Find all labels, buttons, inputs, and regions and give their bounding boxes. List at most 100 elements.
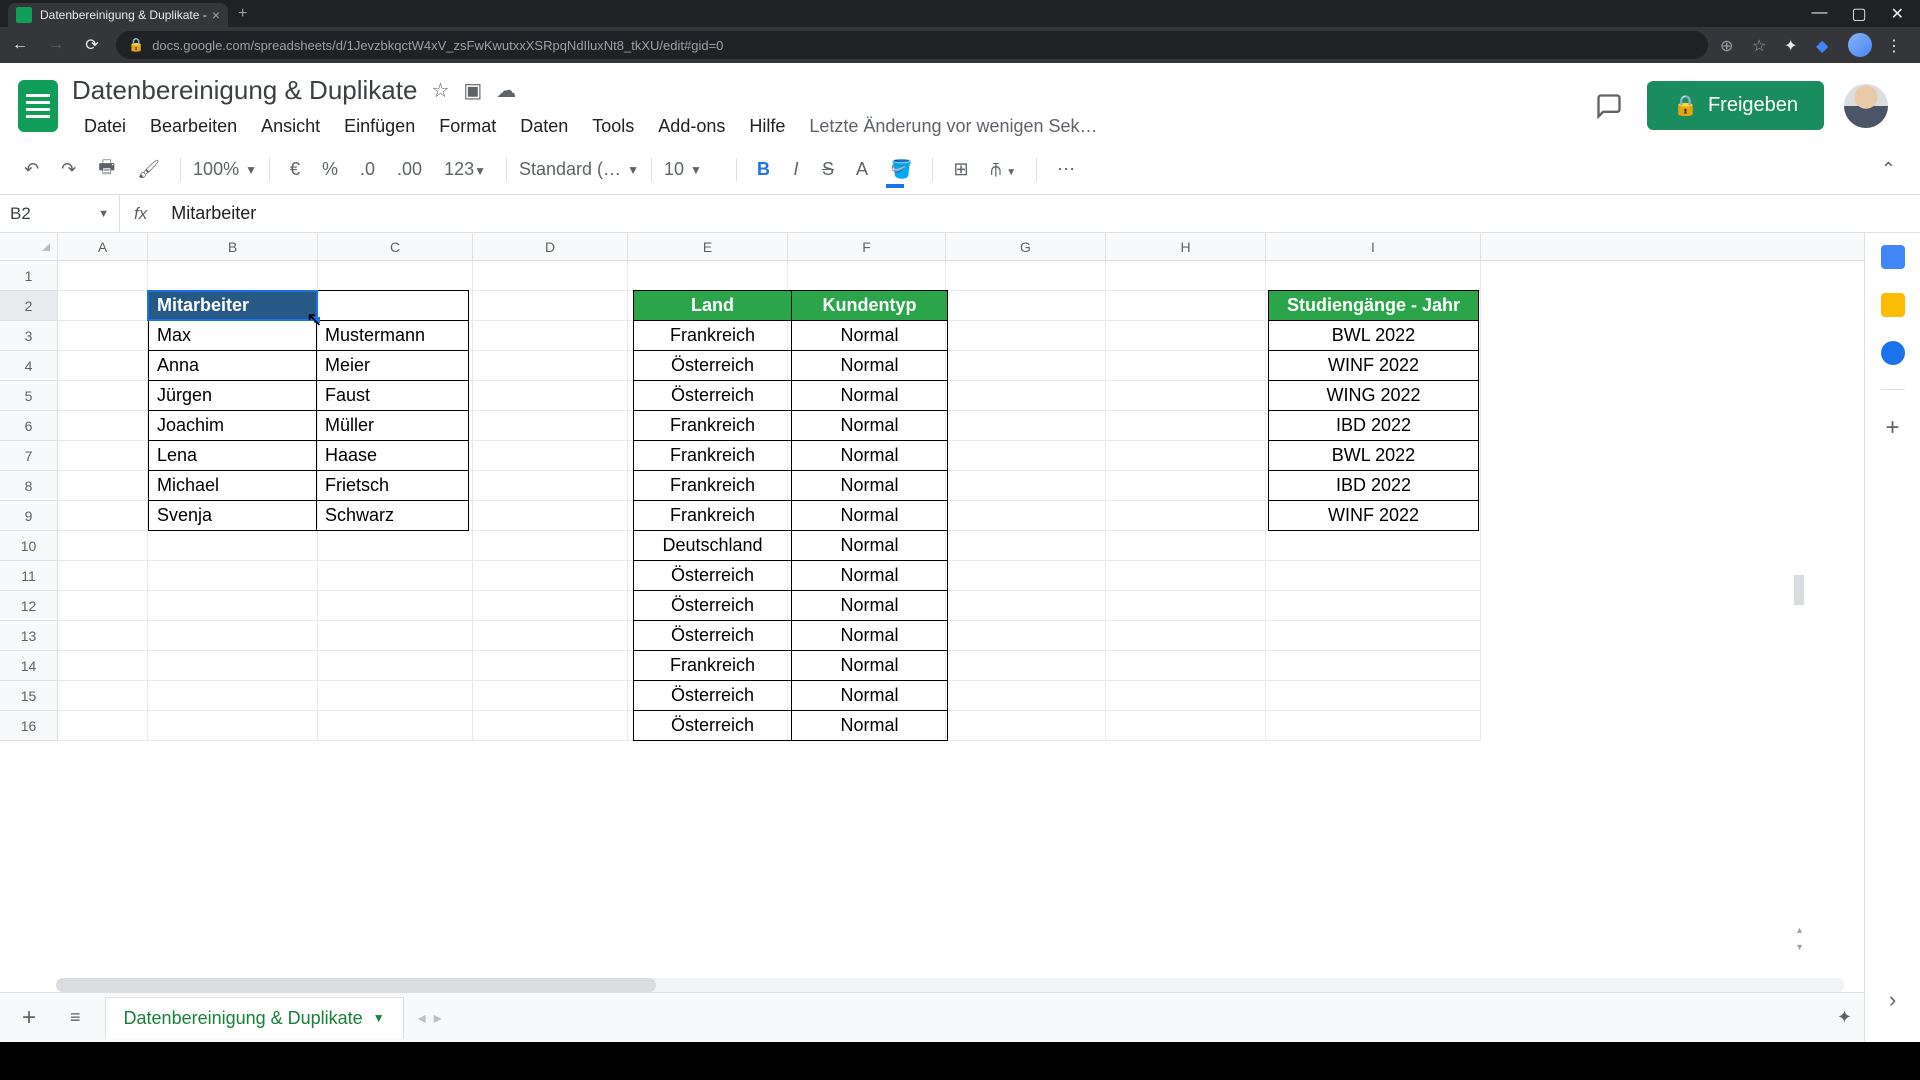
country-cell[interactable]: Frankreich — [634, 411, 792, 441]
cell[interactable] — [946, 531, 1106, 561]
user-avatar[interactable] — [1844, 84, 1888, 128]
menu-help[interactable]: Hilfe — [737, 112, 797, 141]
cell[interactable] — [1106, 471, 1266, 501]
study-year-cell[interactable]: IBD 2022 — [1269, 411, 1479, 441]
study-year-cell[interactable]: IBD 2022 — [1269, 471, 1479, 501]
cell[interactable] — [946, 501, 1106, 531]
keep-panel-icon[interactable] — [1881, 293, 1905, 317]
bookmark-star-icon[interactable]: ☆ — [1752, 36, 1770, 54]
row-header-7[interactable]: 7 — [0, 441, 58, 471]
row-header-8[interactable]: 8 — [0, 471, 58, 501]
cell[interactable] — [318, 621, 473, 651]
row-header-4[interactable]: 4 — [0, 351, 58, 381]
employee-first[interactable]: Michael — [149, 471, 317, 501]
column-header-G[interactable]: G — [946, 233, 1106, 260]
cell[interactable] — [473, 441, 628, 471]
cell[interactable] — [1106, 561, 1266, 591]
zoom-icon[interactable]: ⊕ — [1720, 36, 1738, 54]
tasks-panel-icon[interactable] — [1881, 341, 1905, 365]
increase-decimal-button[interactable]: .00 — [389, 153, 430, 186]
cell[interactable] — [148, 681, 318, 711]
customer-type-cell[interactable]: Normal — [792, 381, 948, 411]
row-header-5[interactable]: 5 — [0, 381, 58, 411]
vertical-scrollbar[interactable] — [1794, 575, 1804, 605]
fill-color-button[interactable]: 🪣 — [882, 153, 920, 186]
tab-scroll-left-icon[interactable]: ◂ — [418, 1008, 426, 1028]
cell[interactable] — [58, 561, 148, 591]
country-cell[interactable]: Frankreich — [634, 471, 792, 501]
cell[interactable] — [1266, 531, 1481, 561]
cell[interactable] — [473, 261, 628, 291]
country-cell[interactable]: Frankreich — [634, 321, 792, 351]
employee-last[interactable]: Mustermann — [317, 321, 469, 351]
borders-button[interactable]: ⊞ — [945, 153, 976, 186]
customer-type-cell[interactable]: Normal — [792, 411, 948, 441]
cell[interactable] — [148, 561, 318, 591]
print-button[interactable]: 🖶 — [90, 149, 123, 191]
column-header-F[interactable]: F — [788, 233, 946, 260]
employee-last[interactable]: Müller — [317, 411, 469, 441]
cell[interactable] — [946, 591, 1106, 621]
cell[interactable] — [946, 381, 1106, 411]
font-dropdown[interactable]: Standard (… ▼ — [519, 159, 639, 180]
menu-addons[interactable]: Add-ons — [646, 112, 737, 141]
cell[interactable] — [58, 501, 148, 531]
country-cell[interactable]: Österreich — [634, 381, 792, 411]
text-color-button[interactable]: A — [848, 153, 876, 186]
horizontal-scrollbar-thumb[interactable] — [56, 978, 656, 992]
customer-type-header[interactable]: Kundentyp — [792, 291, 948, 321]
cell[interactable] — [946, 291, 1106, 321]
reload-icon[interactable]: ⟳ — [80, 35, 104, 55]
last-edit-text[interactable]: Letzte Änderung vor wenigen Sek… — [797, 112, 1109, 141]
cell[interactable] — [58, 291, 148, 321]
column-header-B[interactable]: B — [148, 233, 318, 260]
cell[interactable] — [148, 531, 318, 561]
country-cell[interactable]: Frankreich — [634, 651, 792, 681]
cell[interactable] — [1266, 621, 1481, 651]
cell[interactable] — [58, 531, 148, 561]
new-tab-button[interactable]: + — [238, 5, 247, 23]
cell[interactable] — [1106, 681, 1266, 711]
cell[interactable] — [946, 681, 1106, 711]
study-year-cell[interactable]: BWL 2022 — [1269, 441, 1479, 471]
calendar-panel-icon[interactable] — [1881, 245, 1905, 269]
cell[interactable] — [1106, 411, 1266, 441]
column-header-H[interactable]: H — [1106, 233, 1266, 260]
cell[interactable] — [1266, 681, 1481, 711]
cell[interactable] — [946, 471, 1106, 501]
move-folder-icon[interactable]: ▣ — [463, 78, 482, 103]
customer-type-cell[interactable]: Normal — [792, 681, 948, 711]
cell[interactable] — [1106, 441, 1266, 471]
cell[interactable] — [946, 411, 1106, 441]
cell[interactable] — [58, 621, 148, 651]
cell[interactable] — [1106, 381, 1266, 411]
cell[interactable] — [1106, 291, 1266, 321]
cell[interactable] — [1106, 711, 1266, 741]
cell[interactable] — [1106, 321, 1266, 351]
customer-type-cell[interactable]: Normal — [792, 531, 948, 561]
cell[interactable] — [1106, 621, 1266, 651]
cell[interactable] — [318, 711, 473, 741]
employee-first[interactable]: Anna — [149, 351, 317, 381]
cell[interactable] — [1266, 591, 1481, 621]
merge-cells-button[interactable]: ⫚ ▼ — [983, 153, 1025, 186]
cell[interactable] — [473, 561, 628, 591]
column-header-A[interactable]: A — [58, 233, 148, 260]
cell[interactable] — [946, 321, 1106, 351]
italic-button[interactable]: I — [784, 153, 808, 186]
comments-icon[interactable] — [1591, 88, 1627, 124]
add-panel-icon[interactable]: + — [1885, 414, 1899, 442]
employee-last[interactable]: Haase — [317, 441, 469, 471]
cell[interactable] — [473, 351, 628, 381]
country-header[interactable]: Land — [634, 291, 792, 321]
customer-type-cell[interactable]: Normal — [792, 591, 948, 621]
font-size-dropdown[interactable]: 10 ▼ — [664, 159, 724, 180]
browser-menu-icon[interactable]: ⋮ — [1886, 36, 1904, 54]
cell[interactable] — [148, 651, 318, 681]
row-header-2[interactable]: 2 — [0, 291, 58, 321]
cell[interactable] — [946, 441, 1106, 471]
country-cell[interactable]: Österreich — [634, 711, 792, 741]
country-cell[interactable]: Österreich — [634, 351, 792, 381]
customer-type-cell[interactable]: Normal — [792, 321, 948, 351]
cell[interactable] — [318, 651, 473, 681]
